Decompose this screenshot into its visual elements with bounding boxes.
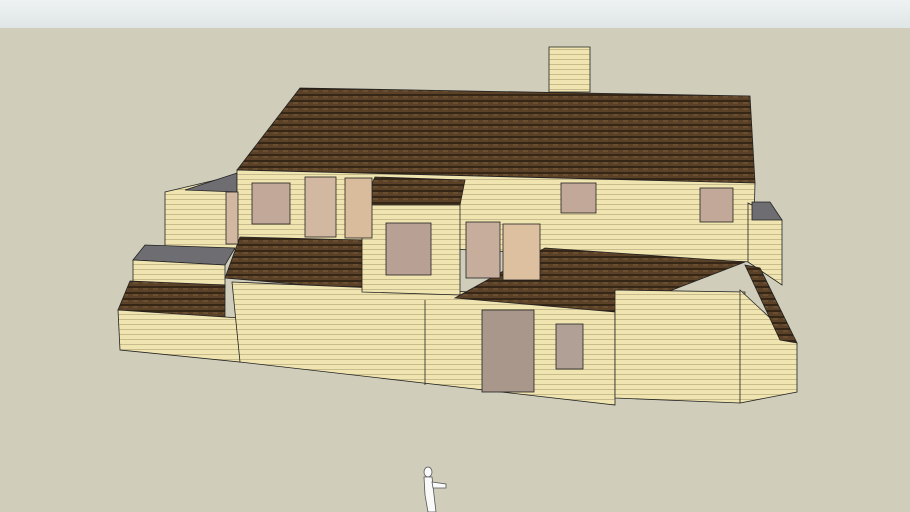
window bbox=[699, 187, 734, 223]
window bbox=[251, 182, 291, 225]
right-wall bbox=[614, 289, 746, 404]
window bbox=[225, 191, 239, 245]
right-gray-roof bbox=[751, 201, 783, 221]
window bbox=[555, 323, 584, 370]
window bbox=[502, 223, 541, 281]
house-model-viewport[interactable] bbox=[0, 0, 910, 512]
person-figure bbox=[423, 466, 447, 512]
main-roof bbox=[236, 87, 756, 184]
window bbox=[465, 221, 501, 279]
window bbox=[344, 177, 373, 239]
window bbox=[304, 176, 337, 238]
left-gray-roof bbox=[184, 172, 238, 193]
door[interactable] bbox=[481, 309, 535, 393]
center-box-roof bbox=[361, 176, 466, 206]
window bbox=[560, 182, 597, 214]
middle-roof bbox=[224, 236, 366, 291]
window bbox=[385, 222, 432, 276]
left-bottom-wall bbox=[117, 309, 241, 363]
chimney bbox=[548, 46, 591, 93]
